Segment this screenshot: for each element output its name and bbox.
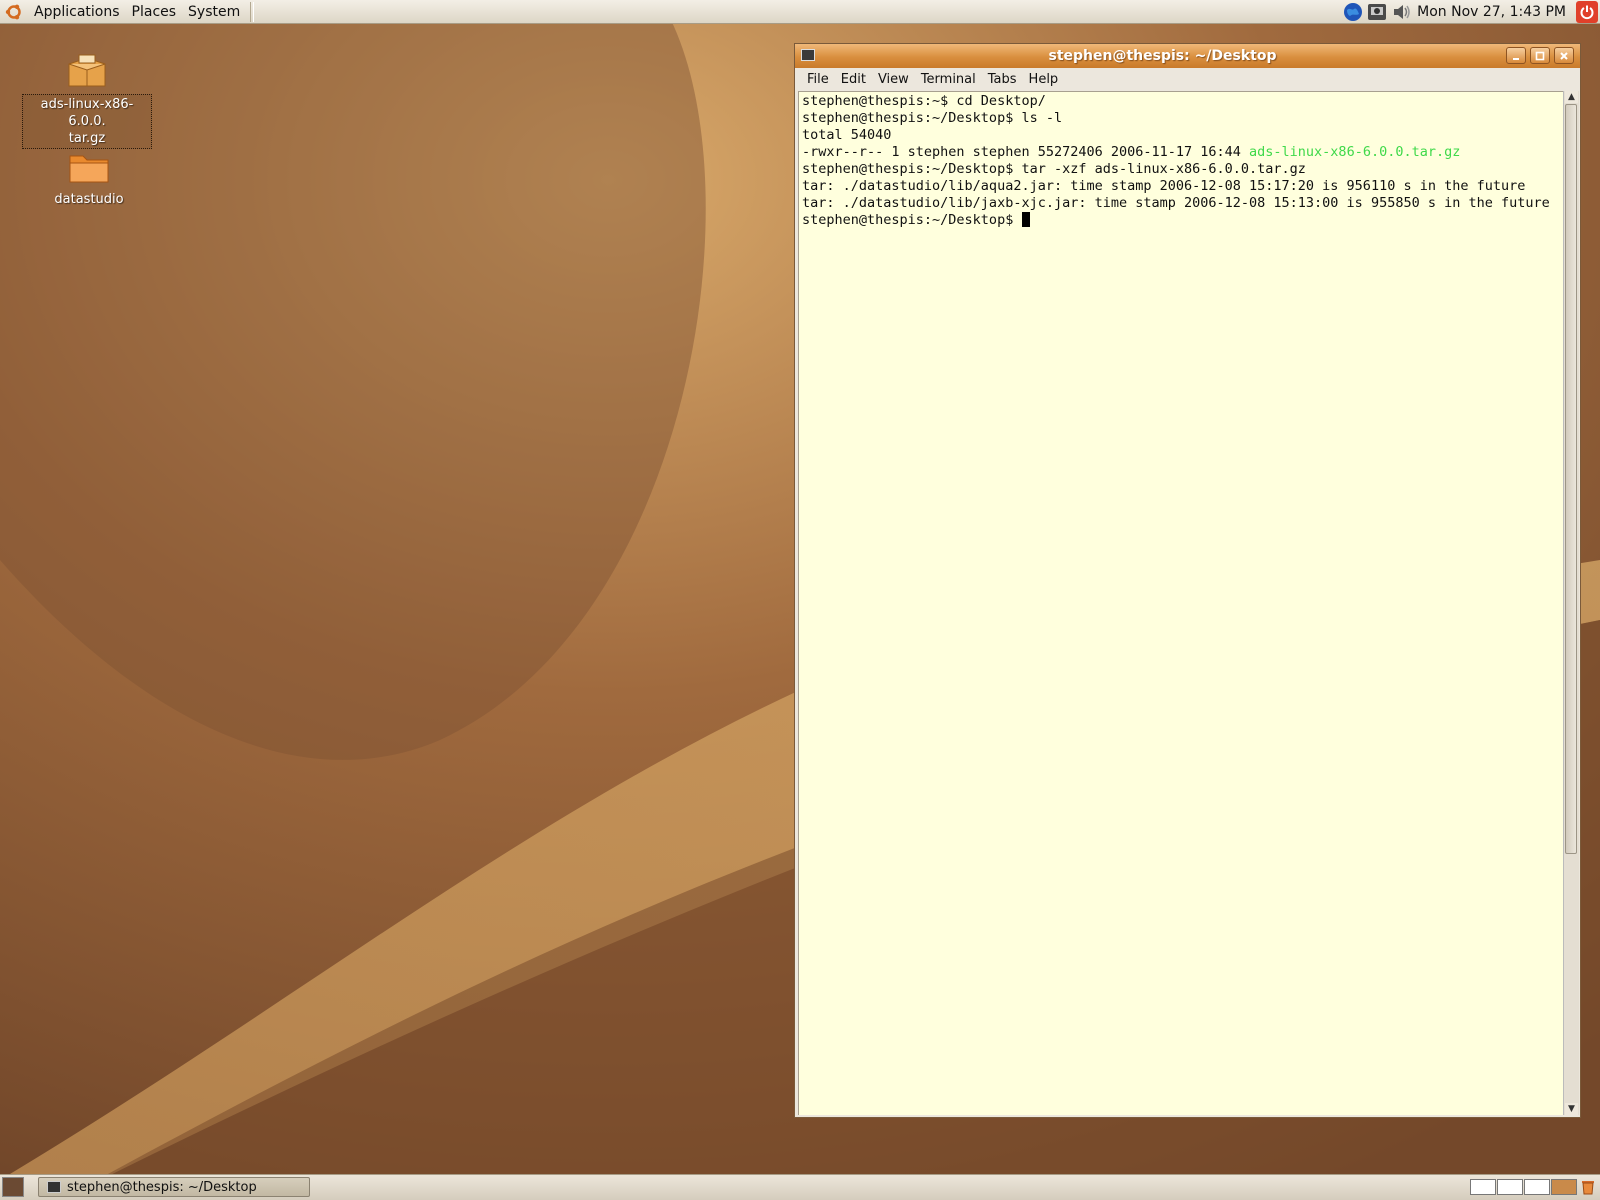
file-listing-text: -rwxr--r-- 1 stephen stephen 55272406 20… bbox=[802, 144, 1250, 160]
folder-icon bbox=[24, 150, 154, 190]
globe-icon[interactable] bbox=[1343, 2, 1363, 22]
menu-view[interactable]: View bbox=[872, 72, 915, 87]
taskbar-button-label: stephen@thespis: ~/Desktop bbox=[67, 1179, 257, 1195]
terminal-line: -rwxr--r-- 1 stephen stephen 55272406 20… bbox=[802, 144, 1560, 161]
minimize-button[interactable] bbox=[1506, 47, 1526, 64]
workspace-2[interactable] bbox=[1497, 1179, 1523, 1195]
bottom-panel: stephen@thespis: ~/Desktop bbox=[0, 1174, 1600, 1200]
panel-separator bbox=[250, 1, 255, 22]
menu-applications[interactable]: Applications bbox=[28, 4, 126, 20]
prompt-text: stephen@thespis:~/Desktop$ bbox=[802, 212, 1022, 228]
terminal-line: tar: ./datastudio/lib/aqua2.jar: time st… bbox=[802, 178, 1526, 194]
terminal-line: stephen@thespis:~/Desktop$ tar -xzf ads-… bbox=[802, 161, 1306, 177]
power-icon[interactable] bbox=[1576, 1, 1598, 23]
desktop-icon-label: ads-linux-x86-6.0.0. tar.gz bbox=[22, 94, 152, 149]
text-cursor bbox=[1022, 212, 1031, 227]
ubuntu-logo-icon[interactable] bbox=[4, 2, 24, 22]
desktop-icon-folder[interactable]: datastudio bbox=[24, 150, 154, 209]
window-titlebar[interactable]: stephen@thespis: ~/Desktop bbox=[795, 44, 1580, 69]
workspace-4[interactable] bbox=[1551, 1179, 1577, 1195]
menu-edit[interactable]: Edit bbox=[835, 72, 872, 87]
workspace-switcher bbox=[1470, 1179, 1578, 1195]
volume-icon[interactable] bbox=[1391, 2, 1411, 22]
terminal-line: tar: ./datastudio/lib/jaxb-xjc.jar: time… bbox=[802, 195, 1550, 211]
close-button[interactable] bbox=[1554, 47, 1574, 64]
trash-icon[interactable] bbox=[1580, 1178, 1596, 1196]
terminal-line: stephen@thespis:~/Desktop$ bbox=[802, 212, 1560, 229]
desktop[interactable]: Applications Places System Mon Nov 27, 1… bbox=[0, 0, 1600, 1200]
terminal-icon[interactable] bbox=[801, 49, 815, 61]
terminal-menubar: File Edit View Terminal Tabs Help bbox=[795, 68, 1580, 90]
terminal-icon bbox=[47, 1181, 61, 1193]
scroll-up-icon[interactable]: ▲ bbox=[1565, 91, 1578, 103]
show-desktop-icon[interactable] bbox=[2, 1177, 24, 1197]
terminal-window[interactable]: stephen@thespis: ~/Desktop File Edit Vie… bbox=[794, 43, 1581, 1118]
terminal-line: stephen@thespis:~$ cd Desktop/ bbox=[802, 93, 1046, 109]
maximize-button[interactable] bbox=[1530, 47, 1550, 64]
clock[interactable]: Mon Nov 27, 1:43 PM bbox=[1417, 4, 1566, 20]
workspace-3[interactable] bbox=[1524, 1179, 1550, 1195]
menu-tabs[interactable]: Tabs bbox=[982, 72, 1023, 87]
menu-file[interactable]: File bbox=[801, 72, 835, 87]
menu-places[interactable]: Places bbox=[126, 4, 183, 20]
system-tray: Mon Nov 27, 1:43 PM bbox=[1343, 0, 1600, 24]
scroll-down-icon[interactable]: ▼ bbox=[1565, 1103, 1578, 1115]
terminal-line: total 54040 bbox=[802, 127, 892, 143]
taskbar-button-terminal[interactable]: stephen@thespis: ~/Desktop bbox=[38, 1177, 310, 1197]
terminal-line: stephen@thespis:~/Desktop$ ls -l bbox=[802, 110, 1063, 126]
menu-terminal[interactable]: Terminal bbox=[915, 72, 982, 87]
workspace-1[interactable] bbox=[1470, 1179, 1496, 1195]
top-panel: Applications Places System Mon Nov 27, 1… bbox=[0, 0, 1600, 24]
desktop-icon-label: datastudio bbox=[54, 192, 124, 207]
scrollbar-thumb[interactable] bbox=[1565, 104, 1577, 854]
network-monitor-icon[interactable] bbox=[1367, 2, 1387, 22]
menu-help[interactable]: Help bbox=[1023, 72, 1065, 87]
menu-system[interactable]: System bbox=[182, 4, 246, 20]
highlighted-filename: ads-linux-x86-6.0.0.tar.gz bbox=[1249, 144, 1461, 160]
archive-icon bbox=[22, 52, 152, 94]
window-title: stephen@thespis: ~/Desktop bbox=[1048, 48, 1277, 64]
desktop-icon-archive[interactable]: ads-linux-x86-6.0.0. tar.gz bbox=[22, 52, 152, 149]
vertical-scrollbar[interactable]: ▲ ▼ bbox=[1563, 91, 1579, 1115]
terminal-output[interactable]: stephen@thespis:~$ cd Desktop/ stephen@t… bbox=[798, 91, 1563, 1115]
